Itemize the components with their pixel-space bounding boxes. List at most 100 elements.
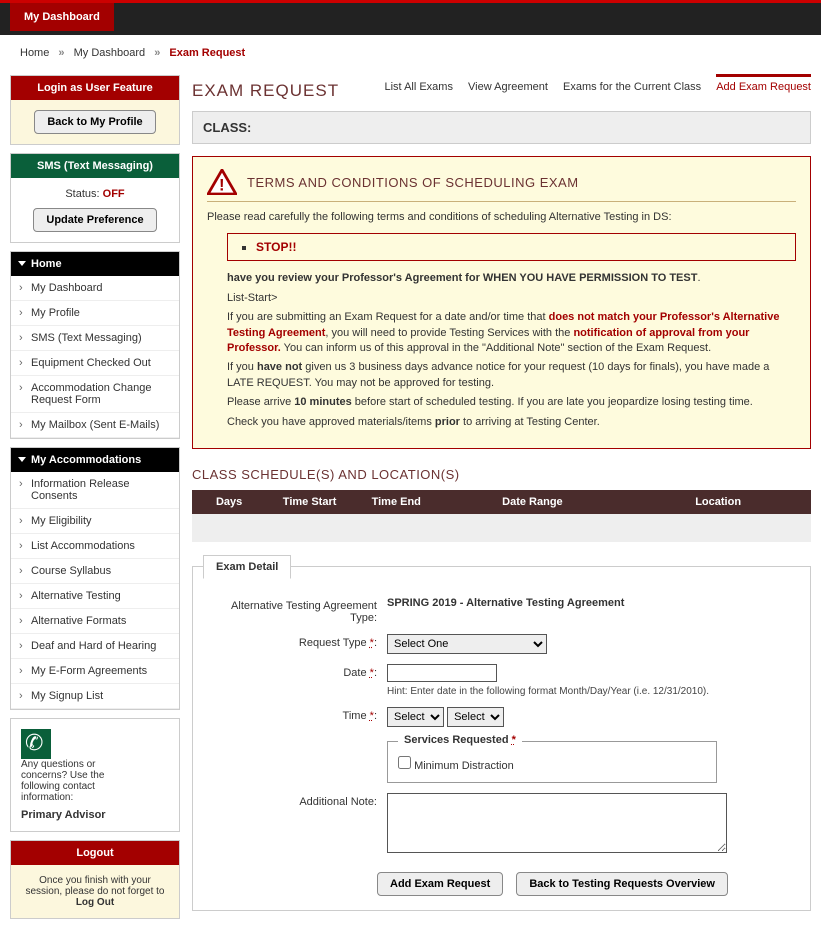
request-type-select[interactable]: Select One — [387, 634, 547, 654]
logout-msg: Once you finish with your session, pleas… — [26, 875, 165, 897]
nav-list-accom[interactable]: List Accommodations — [11, 534, 179, 559]
col-location: Location — [625, 490, 811, 514]
home-nav-panel: Home My Dashboard My Profile SMS (Text M… — [10, 251, 180, 439]
tab-current-class[interactable]: Exams for the Current Class — [563, 81, 701, 99]
required-icon: * — [512, 734, 516, 746]
p4b: 10 minutes — [294, 396, 351, 408]
p3c: given us 3 business days advance notice … — [227, 361, 769, 388]
class-header: CLASS: — [192, 111, 811, 144]
review-b: WHEN YOU HAVE PERMISSION TO TEST — [483, 272, 698, 284]
tab-add-exam[interactable]: Add Exam Request — [716, 74, 811, 99]
nav-deaf[interactable]: Deaf and Hard of Hearing — [11, 634, 179, 659]
agr-type-label: Alternative Testing Agreement Type: — [207, 597, 387, 624]
accom-nav-title[interactable]: My Accommodations — [11, 448, 179, 472]
login-feature-title: Login as User Feature — [11, 76, 179, 100]
nav-eform[interactable]: My E-Form Agreements — [11, 659, 179, 684]
p4c: before start of scheduled testing. If yo… — [352, 396, 753, 408]
chevron-icon: » — [154, 47, 160, 59]
terms-title: TERMS AND CONDITIONS OF SCHEDULING EXAM — [247, 175, 579, 190]
sms-status-value: OFF — [103, 188, 125, 200]
breadcrumb-home[interactable]: Home — [20, 47, 49, 59]
date-label: Date — [343, 667, 366, 679]
col-days: Days — [192, 490, 266, 514]
tab-view-agreement[interactable]: View Agreement — [468, 81, 548, 99]
stop-text: STOP!! — [256, 240, 296, 254]
date-input[interactable] — [387, 664, 497, 682]
page-tabs: List All Exams View Agreement Exams for … — [373, 81, 812, 93]
back-to-overview-button[interactable]: Back to Testing Requests Overview — [516, 872, 728, 896]
nav-sms[interactable]: SMS (Text Messaging) — [11, 326, 179, 351]
col-end: Time End — [353, 490, 440, 514]
sms-panel: SMS (Text Messaging) Status: OFF Update … — [10, 153, 180, 243]
accom-nav-panel: My Accommodations Information Release Co… — [10, 447, 180, 710]
required-icon: * — [370, 710, 374, 722]
nav-my-dashboard[interactable]: My Dashboard — [11, 276, 179, 301]
bullet-icon — [242, 246, 246, 250]
terms-intro: Please read carefully the following term… — [207, 210, 796, 225]
nav-accom-change[interactable]: Accommodation Change Request Form — [11, 376, 179, 413]
min-distraction-label: Minimum Distraction — [414, 760, 514, 772]
additional-note-label: Additional Note: — [207, 793, 387, 808]
p2a: If you are submitting an Exam Request fo… — [227, 311, 549, 323]
chevron-icon: » — [58, 47, 64, 59]
logout-bold: Log Out — [76, 897, 114, 908]
primary-advisor-link[interactable]: Primary Advisor — [21, 809, 169, 821]
p3a: If you — [227, 361, 257, 373]
col-start: Time Start — [266, 490, 353, 514]
required-icon: * — [370, 637, 374, 649]
p2e: You can inform us of this approval in th… — [281, 342, 711, 354]
review-a: have you review your Professor's Agreeme… — [227, 272, 483, 284]
contact-text: Any questions or concerns? Use the follo… — [21, 759, 131, 803]
nav-info-release[interactable]: Information Release Consents — [11, 472, 179, 509]
exam-detail-tab: Exam Detail — [203, 555, 291, 579]
p5c: to arriving at Testing Center. — [460, 416, 600, 428]
p2c: , you will need to provide Testing Servi… — [325, 327, 573, 339]
sms-title: SMS (Text Messaging) — [11, 154, 179, 178]
login-feature-panel: Login as User Feature Back to My Profile — [10, 75, 180, 145]
terms-alert: ! TERMS AND CONDITIONS OF SCHEDULING EXA… — [192, 156, 811, 449]
min-distraction-checkbox[interactable] — [398, 756, 411, 769]
p5a: Check you have approved materials/items — [227, 416, 435, 428]
p3b: have not — [257, 361, 302, 373]
time-min-select[interactable]: Select — [447, 707, 504, 727]
nav-my-profile[interactable]: My Profile — [11, 301, 179, 326]
home-nav-title[interactable]: Home — [11, 252, 179, 276]
nav-alt-testing[interactable]: Alternative Testing — [11, 584, 179, 609]
class-schedule-title: CLASS SCHEDULE(S) AND LOCATION(S) — [192, 467, 811, 482]
col-range: Date Range — [440, 490, 626, 514]
logout-title: Logout — [11, 841, 179, 865]
required-icon: * — [370, 667, 374, 679]
exam-detail-box: Exam Detail Alternative Testing Agreemen… — [192, 566, 811, 911]
nav-signup[interactable]: My Signup List — [11, 684, 179, 709]
update-preference-button[interactable]: Update Preference — [33, 208, 156, 232]
sms-status-label: Status: — [65, 188, 99, 200]
tab-list-all[interactable]: List All Exams — [385, 81, 453, 99]
services-requested-box: Services Requested * Minimum Distraction — [387, 741, 717, 783]
additional-note-textarea[interactable] — [387, 793, 727, 853]
time-label: Time — [343, 710, 367, 722]
schedule-table: Days Time Start Time End Date Range Loca… — [192, 490, 811, 542]
time-hour-select[interactable]: Select — [387, 707, 444, 727]
agr-type-value: SPRING 2019 - Alternative Testing Agreem… — [387, 597, 624, 609]
date-hint: Hint: Enter date in the following format… — [387, 686, 796, 697]
nav-eligibility[interactable]: My Eligibility — [11, 509, 179, 534]
nav-alt-formats[interactable]: Alternative Formats — [11, 609, 179, 634]
breadcrumb-dashboard[interactable]: My Dashboard — [74, 47, 146, 59]
nav-mailbox[interactable]: My Mailbox (Sent E-Mails) — [11, 413, 179, 438]
back-to-profile-button[interactable]: Back to My Profile — [34, 110, 155, 134]
top-tab-dashboard[interactable]: My Dashboard — [10, 3, 114, 31]
service-min-distraction[interactable]: Minimum Distraction — [398, 760, 514, 772]
p4a: Please arrive — [227, 396, 294, 408]
nav-syllabus[interactable]: Course Syllabus — [11, 559, 179, 584]
nav-equipment[interactable]: Equipment Checked Out — [11, 351, 179, 376]
phone-icon — [21, 729, 51, 759]
breadcrumb-current: Exam Request — [169, 47, 245, 59]
breadcrumb: Home » My Dashboard » Exam Request — [0, 35, 821, 65]
stop-box: STOP!! — [227, 233, 796, 261]
logout-panel: Logout Once you finish with your session… — [10, 840, 180, 919]
table-row — [192, 514, 811, 542]
services-title: Services Requested — [404, 734, 509, 746]
warning-icon: ! — [207, 169, 237, 195]
add-exam-request-button[interactable]: Add Exam Request — [377, 872, 503, 896]
list-start: List-Start> — [227, 291, 796, 306]
